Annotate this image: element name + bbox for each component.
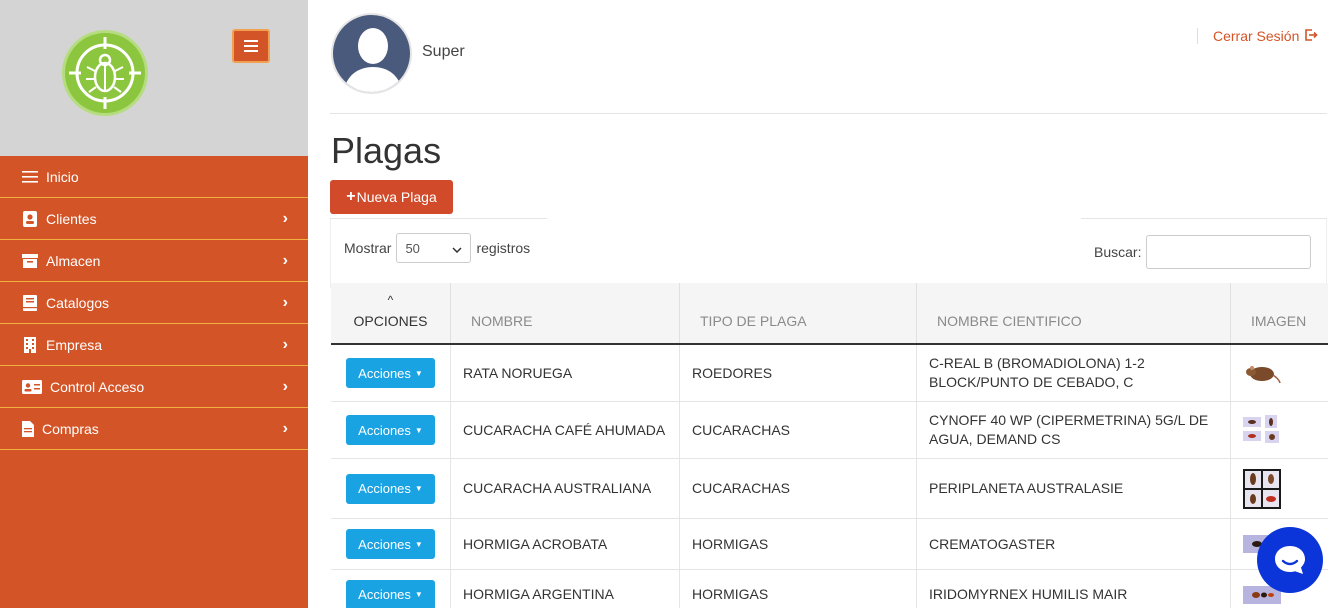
caret-down-icon: ▼ xyxy=(414,539,423,549)
sidebar-item-label: Clientes xyxy=(46,210,97,227)
search-input[interactable] xyxy=(1146,235,1312,269)
cell-tipo: HORMIGAS xyxy=(680,570,917,608)
panel-border xyxy=(330,218,547,219)
caret-down-icon: ▼ xyxy=(414,590,423,599)
book-icon xyxy=(22,294,38,311)
cell-tipo: CUCARACHAS xyxy=(680,402,917,458)
actions-button[interactable]: Acciones ▼ xyxy=(346,529,435,559)
brand-area xyxy=(0,0,308,156)
cell-cientifico: CYNOFF 40 WP (CIPERMETRINA) 5G/L DE AGUA… xyxy=(917,402,1231,458)
cockroach-thumbnail xyxy=(1243,415,1279,443)
building-icon xyxy=(22,336,38,353)
sidebar-item-label: Compras xyxy=(42,420,99,437)
cell-cientifico: CREMATOGASTER xyxy=(917,519,1231,569)
column-header-opciones[interactable]: ^ OPCIONES xyxy=(331,283,451,343)
chevron-right-icon: › xyxy=(282,210,288,227)
sidebar-item-control-acceso[interactable]: Control Acceso › xyxy=(0,366,308,408)
actions-button[interactable]: Acciones ▼ xyxy=(346,579,435,608)
list-icon xyxy=(22,169,38,185)
app: Inicio Clientes › Almacen › Catalogos › … xyxy=(0,0,1331,608)
sidebar-item-label: Almacen xyxy=(46,252,101,269)
caret-down-icon: ▼ xyxy=(414,484,423,493)
chevron-right-icon: › xyxy=(282,336,288,353)
sort-up-icon: ^ xyxy=(387,293,394,307)
rat-thumbnail xyxy=(1246,366,1281,384)
sidebar-item-inicio[interactable]: Inicio xyxy=(0,156,308,198)
search-label: Buscar: xyxy=(1094,244,1142,260)
chevron-right-icon: › xyxy=(282,378,288,395)
plus-icon: + xyxy=(346,188,356,205)
sidebar: Inicio Clientes › Almacen › Catalogos › … xyxy=(0,0,308,608)
new-pest-label: Nueva Plaga xyxy=(356,189,437,205)
sidebar-item-clientes[interactable]: Clientes › xyxy=(0,198,308,240)
sidebar-item-catalogos[interactable]: Catalogos › xyxy=(0,282,308,324)
sidebar-nav: Inicio Clientes › Almacen › Catalogos › … xyxy=(0,156,308,450)
sidebar-item-label: Inicio xyxy=(46,168,79,185)
pests-table: ^ OPCIONES NOMBRE TIPO DE PLAGA NOMBRE C… xyxy=(331,283,1328,608)
sidebar-item-label: Catalogos xyxy=(46,294,110,311)
column-header-cientifico[interactable]: NOMBRE CIENTIFICO xyxy=(917,283,1231,343)
id-card-icon xyxy=(22,379,42,395)
hamburger-icon xyxy=(244,40,258,42)
cell-nombre: RATA NORUEGA xyxy=(451,345,680,401)
cell-cientifico: C-REAL B (BROMADIOLONA) 1-2 BLOCK/PUNTO … xyxy=(917,345,1231,401)
chevron-right-icon: › xyxy=(282,294,288,311)
column-header-tipo[interactable]: TIPO DE PLAGA xyxy=(680,283,917,343)
chevron-right-icon: › xyxy=(282,252,288,269)
page-length-select[interactable]: 50 xyxy=(396,233,472,263)
sidebar-item-almacen[interactable]: Almacen › xyxy=(0,240,308,282)
page-title: Plagas xyxy=(331,130,442,171)
table-row: Acciones ▼ HORMIGA ACROBATA HORMIGAS CREM… xyxy=(331,519,1328,570)
sidebar-item-label: Empresa xyxy=(46,336,103,353)
contact-card-icon xyxy=(22,210,38,227)
actions-button[interactable]: Acciones ▼ xyxy=(346,358,435,388)
header-divider xyxy=(330,113,1327,114)
table-row: Acciones ▼ CUCARACHA CAFÉ AHUMADA CUCARAC… xyxy=(331,402,1328,459)
chat-bubble-icon xyxy=(1275,546,1305,574)
page-length-value: 50 xyxy=(405,240,420,256)
username: Super xyxy=(422,43,465,60)
cell-nombre: CUCARACHA AUSTRALIANA xyxy=(451,459,680,518)
show-label: Mostrar xyxy=(344,240,392,256)
cell-tipo: CUCARACHAS xyxy=(680,459,917,518)
cockroach-grid-thumbnail xyxy=(1243,468,1281,509)
caret-down-icon: ▼ xyxy=(414,425,423,435)
bug-logo-icon xyxy=(62,30,148,116)
actions-button[interactable]: Acciones ▼ xyxy=(346,415,435,445)
avatar[interactable] xyxy=(331,13,412,94)
sign-out-icon xyxy=(1305,28,1319,44)
column-header-nombre[interactable]: NOMBRE xyxy=(451,283,680,343)
document-icon xyxy=(22,420,34,437)
cell-cientifico: IRIDOMYRNEX HUMILIS MAIR xyxy=(917,570,1231,608)
archive-box-icon xyxy=(22,253,38,269)
sidebar-item-compras[interactable]: Compras › xyxy=(0,408,308,450)
actions-button[interactable]: Acciones ▼ xyxy=(346,473,435,504)
cell-nombre: HORMIGA ACROBATA xyxy=(451,519,680,569)
chevron-right-icon: › xyxy=(282,420,288,437)
logout-label: Cerrar Sesión xyxy=(1213,28,1300,44)
table-row: Acciones ▼ CUCARACHA AUSTRALIANA CUCARACH… xyxy=(331,459,1328,519)
table-row: Acciones ▼ HORMIGA ARGENTINA HORMIGAS IRI… xyxy=(331,570,1328,608)
search-control: Buscar: xyxy=(1094,235,1312,269)
panel-border xyxy=(1081,218,1327,219)
cell-tipo: HORMIGAS xyxy=(680,519,917,569)
page-length-control: Mostrar 50 registros xyxy=(344,233,530,263)
main-content: Super Cerrar Sesión Plagas + Nueva Plaga… xyxy=(308,0,1331,608)
cell-nombre: CUCARACHA CAFÉ AHUMADA xyxy=(451,402,680,458)
cell-tipo: ROEDORES xyxy=(680,345,917,401)
table-header: ^ OPCIONES NOMBRE TIPO DE PLAGA NOMBRE C… xyxy=(331,283,1328,345)
logout-link[interactable]: Cerrar Sesión xyxy=(1197,28,1319,44)
sidebar-item-empresa[interactable]: Empresa › xyxy=(0,324,308,366)
sidebar-item-label: Control Acceso xyxy=(50,378,145,395)
menu-toggle-button[interactable] xyxy=(232,29,270,63)
table-row: Acciones ▼ RATA NORUEGA ROEDORES C-REAL B… xyxy=(331,345,1328,402)
column-header-imagen[interactable]: IMAGEN xyxy=(1231,283,1328,343)
records-label: registros xyxy=(476,240,531,256)
chat-widget-button[interactable] xyxy=(1257,527,1323,593)
new-pest-button[interactable]: + Nueva Plaga xyxy=(330,180,453,214)
chevron-down-icon xyxy=(452,241,462,256)
caret-down-icon: ▼ xyxy=(414,368,423,378)
cell-nombre: HORMIGA ARGENTINA xyxy=(451,570,680,608)
cell-cientifico: PERIPLANETA AUSTRALASIE xyxy=(917,459,1231,518)
